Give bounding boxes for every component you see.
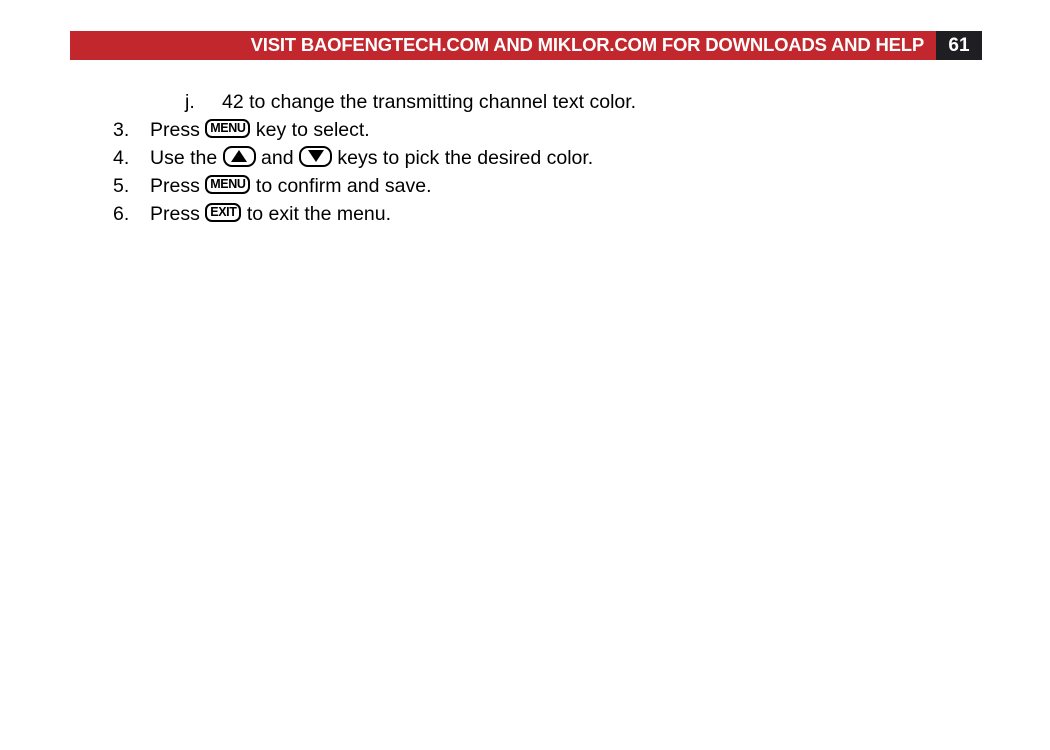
list-item-number: 3.: [113, 119, 130, 141]
list-item: 5. Press MENU to confirm and save.: [0, 172, 1050, 200]
list-item-text-middle: and: [255, 147, 299, 169]
header-banner-red-bar: VISIT BAOFENGTECH.COM AND MIKLOR.COM FOR…: [70, 31, 936, 60]
list-item-text-prefix: Press: [150, 119, 206, 141]
list-item-text-suffix: keys to pick the desired color.: [332, 147, 594, 169]
list-item-text-suffix: key to select.: [250, 119, 370, 141]
exit-key-icon: EXIT: [205, 202, 242, 222]
page-number-box: 61: [936, 31, 982, 60]
down-arrow-key-icon: [299, 145, 332, 167]
list-item-text-prefix: Use the: [150, 147, 223, 169]
list-item-number: 4.: [113, 147, 130, 169]
triangle-up-icon: [231, 150, 248, 162]
list-item-text-suffix: to confirm and save.: [250, 175, 432, 197]
list-item: 6. Press EXIT to exit the menu.: [0, 200, 1050, 228]
menu-key-icon: MENU: [205, 174, 251, 194]
sub-list-text: 42 to change the transmitting channel te…: [222, 91, 637, 113]
up-arrow-key-icon: [222, 145, 256, 167]
page-number: 61: [948, 35, 970, 56]
list-item-text-prefix: Press: [150, 203, 206, 225]
list-item-body: Press EXIT to exit the menu.: [150, 200, 391, 228]
triangle-down-icon: [307, 150, 324, 162]
list-item-body: Press MENU to confirm and save.: [150, 172, 432, 200]
menu-key-icon: MENU: [205, 118, 251, 138]
list-item-text-prefix: Press: [150, 175, 206, 197]
list-item: 3. Press MENU key to select.: [0, 116, 1050, 144]
header-title: VISIT BAOFENGTECH.COM AND MIKLOR.COM FOR…: [250, 34, 925, 56]
list-item-text-suffix: to exit the menu.: [241, 203, 392, 225]
list-item-body: Press MENU key to select.: [150, 116, 370, 144]
sub-list-marker: j.: [185, 91, 195, 113]
sub-list-item-j: j. 42 to change the transmitting channel…: [0, 88, 1050, 116]
list-item-body: Use the and keys to pick the desired col…: [150, 144, 593, 172]
list-item-number: 5.: [113, 175, 130, 197]
page-body: j. 42 to change the transmitting channel…: [0, 88, 1050, 228]
list-item-number: 6.: [113, 203, 130, 225]
list-item: 4. Use the and keys to pick the desired …: [0, 144, 1050, 172]
page-header-banner: VISIT BAOFENGTECH.COM AND MIKLOR.COM FOR…: [70, 31, 982, 60]
